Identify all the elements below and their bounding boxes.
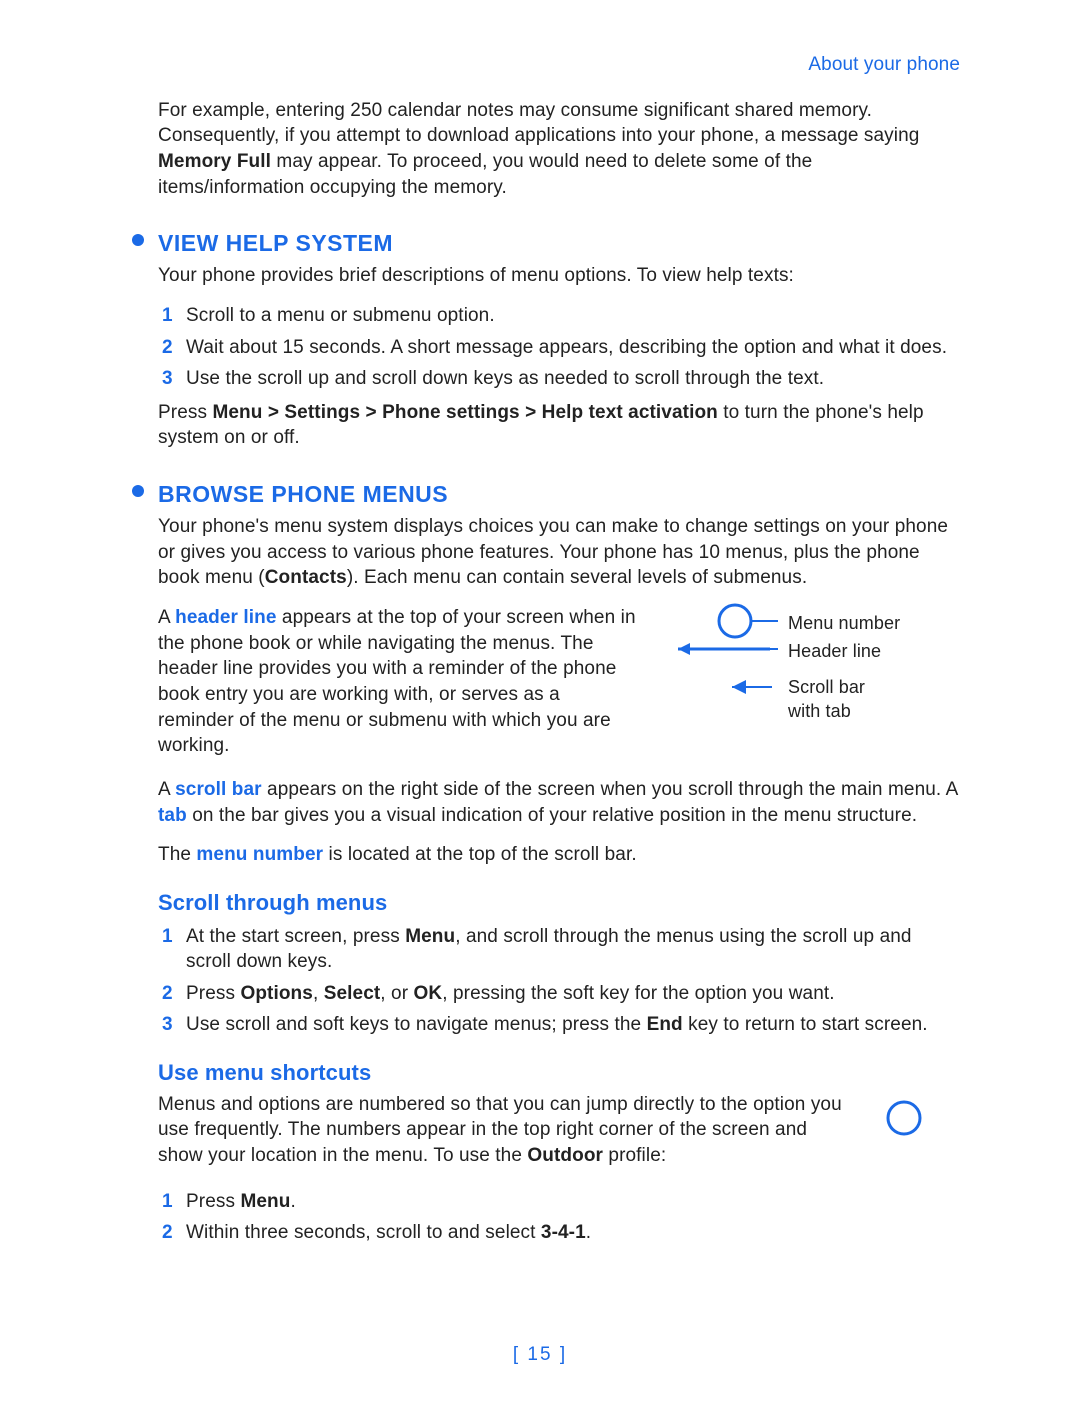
text: on the bar gives you a visual indication… [187, 805, 917, 826]
text: Within three seconds, scroll to and sele… [186, 1222, 541, 1243]
text: Press [158, 402, 212, 423]
list-item: 2 Wait about 15 seconds. A short message … [158, 335, 960, 361]
text: appears on the right side of the screen … [262, 779, 958, 800]
step-text: Use the scroll up and scroll down keys a… [186, 368, 824, 389]
heading-browse-phone-menus: BROWSE PHONE MENUS [158, 479, 960, 510]
circle-icon [880, 1096, 928, 1144]
term-memory-full: Memory Full [158, 151, 271, 172]
list-item: 2 Press Options, Select, or OK, pressing… [158, 981, 960, 1007]
header-line-paragraph: A header line appears at the top of your… [158, 605, 636, 759]
term-tab: tab [158, 805, 187, 826]
view-help-steps: 1 Scroll to a menu or submenu option. 2 Wa… [158, 303, 960, 392]
shortcut-text-column: Menus and options are numbered so that y… [158, 1092, 850, 1183]
section-link[interactable]: About your phone [158, 52, 960, 78]
intro-paragraph: For example, entering 250 calendar notes… [158, 98, 960, 201]
text: is located at the top of the scroll bar. [323, 844, 637, 865]
view-help-intro: Your phone provides brief descriptions o… [158, 263, 960, 289]
step-number: 1 [162, 1189, 173, 1215]
callout-text-column: A header line appears at the top of your… [158, 605, 636, 773]
step-number: 2 [162, 335, 173, 361]
bullet-icon [132, 485, 144, 497]
term-menu-number: menu number [196, 844, 323, 865]
shortcut-intro: Menus and options are numbered so that y… [158, 1092, 850, 1169]
callout-label-menu-number: Menu number [788, 611, 900, 635]
term-header-line: header line [175, 607, 276, 628]
view-help-press: Press Menu > Settings > Phone settings >… [158, 400, 960, 451]
text: , or [380, 983, 413, 1004]
callout-label-header-line: Header line [788, 639, 881, 663]
term-outdoor: Outdoor [527, 1145, 603, 1166]
browse-intro: Your phone's menu system displays choice… [158, 514, 960, 591]
list-item: 1 Press Menu. [158, 1189, 960, 1215]
term-scroll-bar: scroll bar [175, 779, 262, 800]
step-number: 1 [162, 924, 173, 950]
heading-view-help-system: VIEW HELP SYSTEM [158, 228, 960, 259]
text: . [586, 1222, 591, 1243]
document-page: About your phone For example, entering 2… [0, 0, 1080, 1412]
text: Menus and options are numbered so that y… [158, 1094, 842, 1166]
list-item: 2 Within three seconds, scroll to and se… [158, 1220, 960, 1246]
menu-number-paragraph: The menu number is located at the top of… [158, 842, 960, 868]
text: The [158, 844, 196, 865]
term-options: Options [240, 983, 312, 1004]
shortcut-steps: 1 Press Menu. 2 Within three seconds, sc… [158, 1189, 960, 1246]
list-item: 1 Scroll to a menu or submenu option. [158, 303, 960, 329]
text: Use scroll and soft keys to navigate men… [186, 1014, 647, 1035]
step-text: Wait about 15 seconds. A short message a… [186, 337, 947, 358]
text: profile: [603, 1145, 666, 1166]
heading-text: VIEW HELP SYSTEM [158, 230, 393, 256]
callout-label-scroll-bar-1: Scroll bar [788, 675, 865, 699]
text: At the start screen, press [186, 926, 405, 947]
callout-figure: Menu number Header line Scroll bar with … [660, 605, 960, 745]
term-end: End [647, 1014, 683, 1035]
text: A [158, 607, 175, 628]
heading-scroll-through-menus: Scroll through menus [158, 888, 960, 918]
text: , pressing the soft key for the option y… [442, 983, 834, 1004]
term-ok: OK [414, 983, 443, 1004]
text: appears at the top of your screen when i… [158, 607, 636, 756]
text: Press [186, 983, 240, 1004]
callout-row: A header line appears at the top of your… [158, 605, 960, 773]
scroll-through-steps: 1 At the start screen, press Menu, and s… [158, 924, 960, 1039]
menu-path: Menu > Settings > Phone settings > Help … [212, 402, 717, 423]
step-number: 3 [162, 366, 173, 392]
step-number: 1 [162, 303, 173, 329]
list-item: 3 Use scroll and soft keys to navigate m… [158, 1012, 960, 1038]
term-contacts: Contacts [265, 567, 347, 588]
list-item: 3 Use the scroll up and scroll down keys … [158, 366, 960, 392]
step-text: Scroll to a menu or submenu option. [186, 305, 495, 326]
step-number: 2 [162, 981, 173, 1007]
text: ). Each menu can contain several levels … [347, 567, 807, 588]
text: For example, entering 250 calendar notes… [158, 100, 919, 147]
scroll-bar-paragraph: A scroll bar appears on the right side o… [158, 777, 960, 828]
text: A [158, 779, 175, 800]
term-341: 3-4-1 [541, 1222, 586, 1243]
term-select: Select [324, 983, 381, 1004]
text: , [313, 983, 324, 1004]
heading-use-menu-shortcuts: Use menu shortcuts [158, 1058, 960, 1088]
bullet-icon [132, 234, 144, 246]
shortcut-row: Menus and options are numbered so that y… [158, 1092, 960, 1183]
text: key to return to start screen. [683, 1014, 928, 1035]
list-item: 1 At the start screen, press Menu, and s… [158, 924, 960, 975]
term-menu: Menu [240, 1191, 290, 1212]
step-number: 3 [162, 1012, 173, 1038]
heading-text: BROWSE PHONE MENUS [158, 481, 448, 507]
step-number: 2 [162, 1220, 173, 1246]
term-menu: Menu [405, 926, 455, 947]
callout-label-scroll-bar-2: with tab [788, 699, 851, 723]
page-number: [ 15 ] [0, 1342, 1080, 1368]
text: . [290, 1191, 295, 1212]
shortcut-figure [880, 1092, 960, 1152]
text: Press [186, 1191, 240, 1212]
